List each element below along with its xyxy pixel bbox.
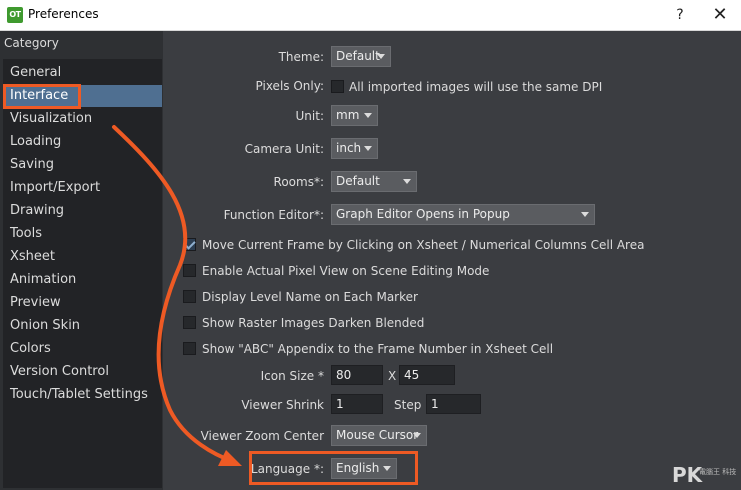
- viewer-zoom-center-value: Mouse Cursor: [336, 428, 419, 442]
- sidebar-item-visualization[interactable]: Visualization: [3, 108, 162, 130]
- title-bar: OT Preferences ? ✕: [0, 0, 741, 31]
- sidebar-item-version-control[interactable]: Version Control: [3, 361, 162, 383]
- rooms-label: Rooms*:: [273, 175, 324, 189]
- preferences-body: Category General Interface Visualization…: [0, 31, 741, 490]
- sidebar-item-import-export[interactable]: Import/Export: [3, 177, 162, 199]
- raster-darken-text: Show Raster Images Darken Blended: [202, 316, 425, 330]
- function-editor-dropdown[interactable]: Graph Editor Opens in Popup: [331, 204, 595, 225]
- interface-settings-panel: Theme: Default Pixels Only: All imported…: [163, 31, 741, 490]
- function-editor-label: Function Editor*:: [223, 208, 324, 222]
- sidebar-item-onion-skin[interactable]: Onion Skin: [3, 315, 162, 337]
- chevron-down-icon: [581, 212, 589, 217]
- icon-size-label: Icon Size *: [260, 369, 324, 383]
- pixels-only-label: Pixels Only:: [255, 79, 324, 93]
- chevron-down-icon: [364, 146, 372, 151]
- sidebar-item-loading[interactable]: Loading: [3, 131, 162, 153]
- language-highlight-box: [249, 451, 418, 485]
- sidebar-item-xsheet[interactable]: Xsheet: [3, 246, 162, 268]
- watermark-subtext: 電腦王 科技: [699, 468, 737, 476]
- sidebar-item-touch-tablet-settings[interactable]: Touch/Tablet Settings: [3, 384, 162, 406]
- raster-darken-checkbox[interactable]: [183, 316, 196, 329]
- pixels-only-checkbox[interactable]: [331, 80, 344, 93]
- close-button[interactable]: ✕: [708, 4, 732, 26]
- unit-label: Unit:: [295, 109, 324, 123]
- function-editor-value: Graph Editor Opens in Popup: [336, 207, 510, 221]
- viewer-shrink-label: Viewer Shrink: [241, 398, 324, 412]
- viewer-zoom-center-label: Viewer Zoom Center: [200, 429, 324, 443]
- window-title: Preferences: [28, 7, 99, 21]
- rooms-value: Default: [336, 174, 380, 188]
- sidebar-item-colors[interactable]: Colors: [3, 338, 162, 360]
- theme-dropdown[interactable]: Default: [331, 46, 391, 67]
- level-name-marker-text: Display Level Name on Each Marker: [202, 290, 418, 304]
- step-label: Step: [394, 398, 422, 412]
- unit-value: mm: [336, 108, 360, 122]
- sidebar-item-preview[interactable]: Preview: [3, 292, 162, 314]
- camera-unit-value: inch: [336, 141, 362, 155]
- sidebar-item-tools[interactable]: Tools: [3, 223, 162, 245]
- actual-pixel-view-text: Enable Actual Pixel View on Scene Editin…: [202, 264, 490, 278]
- chevron-down-icon: [403, 179, 411, 184]
- actual-pixel-view-checkbox[interactable]: [183, 264, 196, 277]
- sidebar-item-saving[interactable]: Saving: [3, 154, 162, 176]
- watermark-logo: PK: [672, 463, 703, 487]
- app-logo-icon: OT: [7, 7, 23, 23]
- abc-appendix-text: Show "ABC" Appendix to the Frame Number …: [202, 342, 554, 356]
- icon-size-height-input[interactable]: 45: [399, 365, 455, 385]
- sidebar-item-general[interactable]: General: [3, 62, 162, 84]
- step-input[interactable]: 1: [426, 394, 481, 414]
- move-current-frame-checkbox[interactable]: [183, 238, 196, 251]
- pixels-only-text: All imported images will use the same DP…: [349, 80, 603, 94]
- theme-value: Default: [336, 49, 380, 63]
- chevron-down-icon: [377, 54, 385, 59]
- icon-size-width-input[interactable]: 80: [331, 365, 383, 385]
- interface-highlight-box: [3, 84, 81, 109]
- category-list: General Interface Visualization Loading …: [3, 59, 162, 488]
- camera-unit-dropdown[interactable]: inch: [331, 138, 378, 159]
- icon-size-separator: X: [388, 369, 397, 383]
- chevron-down-icon: [364, 113, 372, 118]
- theme-label: Theme:: [278, 50, 324, 64]
- move-current-frame-text: Move Current Frame by Clicking on Xsheet…: [202, 238, 645, 252]
- level-name-marker-checkbox[interactable]: [183, 290, 196, 303]
- sidebar-item-drawing[interactable]: Drawing: [3, 200, 162, 222]
- sidebar-item-animation[interactable]: Animation: [3, 269, 162, 291]
- camera-unit-label: Camera Unit:: [244, 142, 324, 156]
- viewer-zoom-center-dropdown[interactable]: Mouse Cursor: [331, 425, 427, 446]
- unit-dropdown[interactable]: mm: [331, 105, 378, 126]
- viewer-shrink-input[interactable]: 1: [331, 394, 383, 414]
- chevron-down-icon: [413, 433, 421, 438]
- abc-appendix-checkbox[interactable]: [183, 342, 196, 355]
- rooms-dropdown[interactable]: Default: [331, 171, 417, 192]
- help-button[interactable]: ?: [671, 5, 689, 25]
- category-heading: Category: [4, 36, 59, 50]
